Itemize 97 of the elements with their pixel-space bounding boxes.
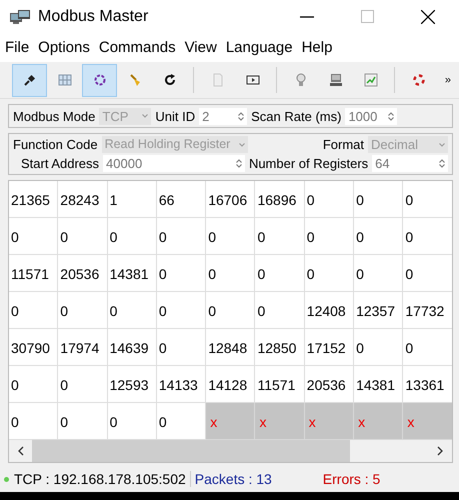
table-cell: 16706 bbox=[206, 181, 256, 218]
table-cell: 12593 bbox=[108, 366, 157, 403]
table-cell: 12408 bbox=[304, 292, 354, 329]
close-icon[interactable] bbox=[421, 10, 435, 24]
table-cell: 1 bbox=[108, 181, 157, 218]
errors-count: Errors : 5 bbox=[322, 471, 380, 487]
table-cell: 0 bbox=[403, 329, 452, 366]
table-cell: 0 bbox=[206, 218, 256, 255]
connection-status: TCP : 192.168.178.105:502 bbox=[14, 471, 191, 487]
table-cell: 0 bbox=[304, 218, 354, 255]
scroll-right-icon[interactable] bbox=[436, 446, 444, 456]
table-cell: 0 bbox=[206, 255, 256, 292]
table-cell: 14133 bbox=[156, 366, 206, 403]
table-cell: 0 bbox=[304, 255, 354, 292]
table-cell: 0 bbox=[354, 181, 404, 218]
menu-item[interactable]: Language bbox=[226, 39, 293, 56]
table-cell: 20536 bbox=[58, 255, 108, 292]
unit-id-label: Unit ID bbox=[155, 108, 196, 124]
spin-arrows-icon[interactable] bbox=[439, 159, 445, 168]
table-cell: 0 bbox=[403, 218, 452, 255]
table-cell: 21365 bbox=[9, 181, 58, 218]
table-cell: 0 bbox=[108, 218, 157, 255]
table-cell: x bbox=[206, 403, 256, 440]
table-cell: 0 bbox=[255, 255, 305, 292]
table-cell: 0 bbox=[304, 181, 354, 218]
menu-item[interactable]: Options bbox=[38, 39, 90, 56]
bulb-icon bbox=[294, 73, 308, 87]
table-cell: 30790 bbox=[9, 329, 58, 366]
menu-item[interactable]: File bbox=[5, 39, 30, 56]
unit-id-spinbox[interactable]: 2 bbox=[199, 108, 248, 124]
table-cell: 12848 bbox=[206, 329, 256, 366]
start-address-spinbox[interactable]: 40000 bbox=[103, 155, 245, 172]
toolbar-button[interactable] bbox=[12, 64, 47, 96]
table-cell: 17732 bbox=[403, 292, 452, 329]
menu-item[interactable]: Help bbox=[302, 39, 332, 56]
table-cell: 0 bbox=[354, 255, 404, 292]
plug-icon bbox=[22, 73, 36, 87]
spin-arrows-icon[interactable] bbox=[236, 159, 242, 168]
table-cell: x bbox=[255, 403, 305, 440]
table-cell: 0 bbox=[58, 218, 108, 255]
table-cell: 0 bbox=[156, 218, 206, 255]
window-title: Modbus Master bbox=[38, 8, 150, 26]
menu-item[interactable]: Commands bbox=[98, 39, 176, 56]
table-cell: x bbox=[304, 403, 354, 440]
table-cell: x bbox=[403, 403, 452, 440]
table-cell: 0 bbox=[255, 218, 305, 255]
table-cell: 12357 bbox=[354, 292, 404, 329]
table-cell: 14639 bbox=[108, 329, 157, 366]
table-cell: x bbox=[354, 403, 404, 440]
scrollbar-thumb[interactable] bbox=[32, 440, 350, 462]
modbus-mode-label: Modbus Mode bbox=[13, 108, 96, 124]
scan-rate-spinbox[interactable]: 1000 bbox=[345, 108, 398, 124]
scan-rate-label: Scan Rate (ms) bbox=[251, 108, 342, 124]
spin-arrows-icon[interactable] bbox=[388, 112, 394, 120]
table-cell: 0 bbox=[58, 366, 108, 403]
packets-count: Packets : 13 bbox=[194, 471, 273, 487]
function-code-label: Function Code bbox=[13, 137, 98, 152]
table-cell: 66 bbox=[156, 181, 206, 218]
table-cell: 0 bbox=[156, 255, 206, 292]
table-cell: 11571 bbox=[9, 255, 58, 292]
computers-icon bbox=[9, 8, 31, 24]
grid-icon bbox=[58, 73, 72, 87]
start-address-label: Start Address bbox=[21, 156, 100, 171]
table-cell: 0 bbox=[9, 218, 58, 255]
lifebuoy-icon bbox=[412, 73, 426, 87]
register-count-spinbox[interactable]: 64 bbox=[372, 155, 448, 172]
table-cell: 0 bbox=[403, 255, 452, 292]
table-cell: 0 bbox=[403, 181, 452, 218]
table-cell: 0 bbox=[108, 292, 157, 329]
table-cell: 12850 bbox=[255, 329, 305, 366]
table-cell: 0 bbox=[156, 329, 206, 366]
menu-item[interactable]: View bbox=[184, 39, 217, 56]
screen-icon bbox=[246, 73, 260, 87]
table-cell: 17152 bbox=[304, 329, 354, 366]
table-cell: 0 bbox=[9, 366, 58, 403]
table-cell: 0 bbox=[9, 292, 58, 329]
table-cell: 28243 bbox=[58, 181, 108, 218]
overflow-button[interactable]: » bbox=[444, 74, 451, 86]
table-cell: 0 bbox=[156, 292, 206, 329]
ring-icon bbox=[92, 73, 106, 87]
table-cell: 0 bbox=[354, 218, 404, 255]
format-label: Format bbox=[322, 137, 364, 152]
table-cell: 0 bbox=[206, 292, 256, 329]
broom-icon bbox=[128, 73, 142, 87]
table-cell: 0 bbox=[255, 292, 305, 329]
table-cell: 0 bbox=[354, 329, 404, 366]
spin-arrows-icon[interactable] bbox=[238, 112, 244, 120]
table-cell: 17974 bbox=[58, 329, 108, 366]
chart-icon bbox=[364, 73, 378, 87]
refresh-icon bbox=[162, 73, 176, 87]
page-icon bbox=[210, 73, 224, 87]
table-cell: 16896 bbox=[255, 181, 305, 218]
register-count-label: Number of Registers bbox=[248, 156, 368, 171]
scroll-left-icon[interactable] bbox=[17, 446, 25, 456]
table-cell: 14381 bbox=[108, 255, 157, 292]
monitor-icon bbox=[328, 73, 342, 87]
table-cell: 0 bbox=[58, 292, 108, 329]
